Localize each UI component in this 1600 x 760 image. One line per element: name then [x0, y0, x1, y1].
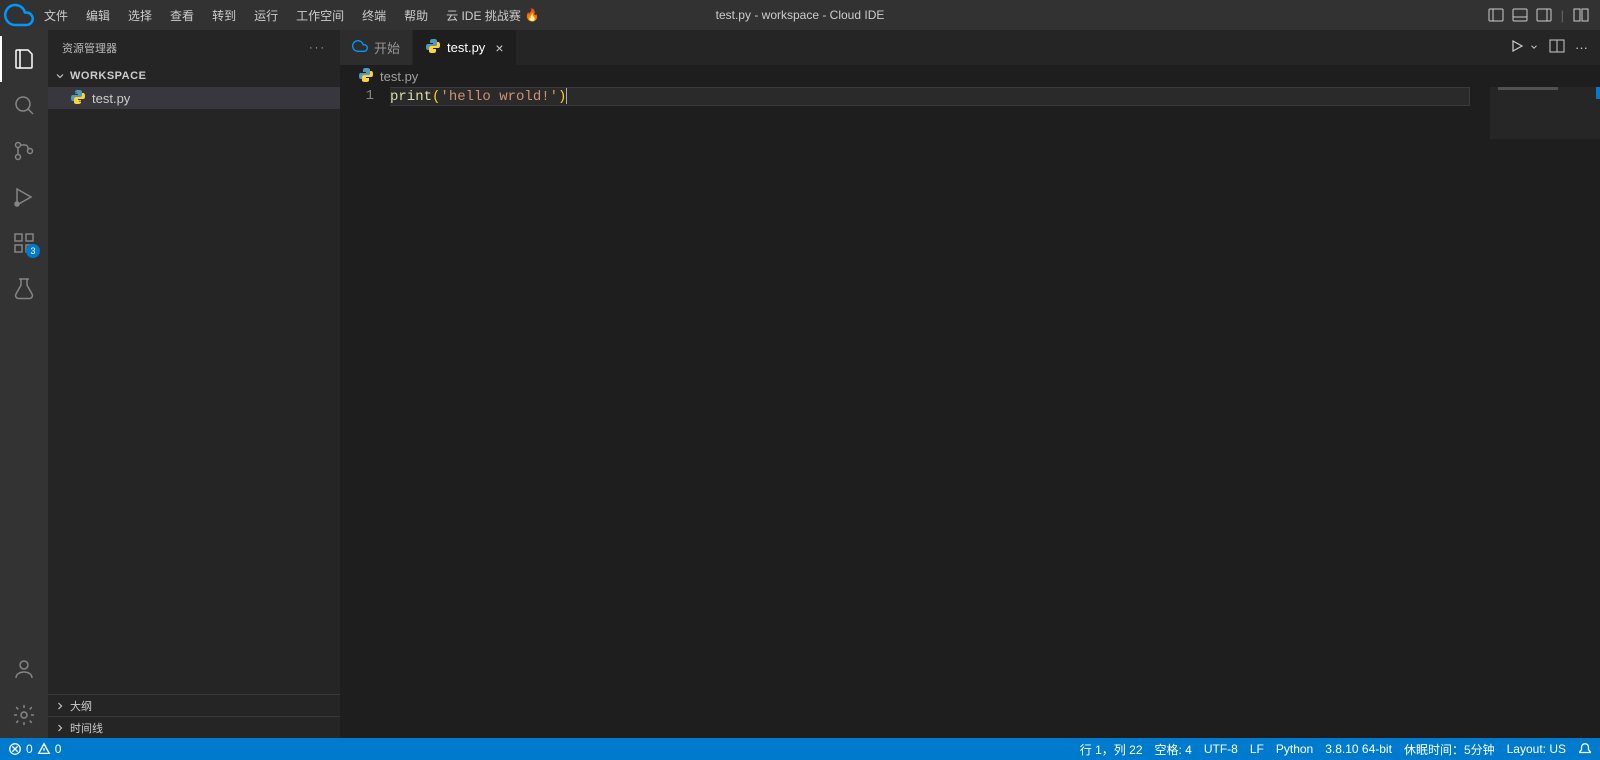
editor-area: 开始 test.py × ··· test.py 1 print( [340, 30, 1600, 738]
activity-explorer[interactable] [0, 36, 48, 82]
activity-search[interactable] [0, 82, 48, 128]
customize-layout-icon[interactable] [1572, 6, 1590, 24]
activity-settings[interactable] [0, 692, 48, 738]
breadcrumb-file: test.py [380, 69, 418, 84]
more-actions-icon[interactable]: ··· [1575, 40, 1588, 55]
activity-bar: 3 [0, 30, 48, 738]
status-indentation[interactable]: 空格: 4 [1155, 741, 1192, 758]
tab-file-label: test.py [447, 40, 485, 55]
timeline-label: 时间线 [70, 720, 103, 736]
status-encoding[interactable]: UTF-8 [1204, 742, 1238, 756]
sidebar-more-icon[interactable]: ··· [309, 42, 326, 54]
text-cursor [566, 88, 567, 104]
outline-label: 大纲 [70, 698, 92, 714]
file-tree-item[interactable]: test.py [48, 87, 340, 109]
menu-go[interactable]: 转到 [204, 3, 244, 28]
activity-run-debug[interactable] [0, 174, 48, 220]
code-content[interactable]: print('hello wrold!') [390, 87, 1600, 738]
code-line[interactable]: print('hello wrold!') [390, 87, 1470, 106]
token-string: 'hello wrold!' [440, 89, 558, 105]
status-line-col[interactable]: 行 1，列 22 [1080, 741, 1143, 758]
workspace-section-header[interactable]: WORKSPACE [48, 65, 340, 87]
minimap-cursor-indicator [1596, 87, 1600, 99]
line-gutter: 1 [340, 87, 390, 738]
activity-testing[interactable] [0, 266, 48, 312]
close-icon[interactable]: × [495, 40, 503, 56]
timeline-section-header[interactable]: 时间线 [48, 716, 340, 738]
main-area: 3 资源管理器 ··· WORKSPACE test.py [0, 30, 1600, 738]
status-eol[interactable]: LF [1250, 742, 1264, 756]
sidebar-bottom: 大纲 时间线 [48, 694, 340, 738]
menu-help[interactable]: 帮助 [396, 3, 436, 28]
toggle-sidebar-icon[interactable] [1487, 6, 1505, 24]
sidebar-explorer: 资源管理器 ··· WORKSPACE test.py 大纲 时间线 [48, 30, 340, 738]
chevron-right-icon [54, 700, 66, 712]
window-title: test.py - workspace - Cloud IDE [716, 8, 885, 22]
status-language[interactable]: Python [1276, 742, 1313, 756]
outline-section-header[interactable]: 大纲 [48, 694, 340, 716]
menu-edit[interactable]: 编辑 [78, 3, 118, 28]
status-interpreter[interactable]: 3.8.10 64-bit [1325, 742, 1392, 756]
error-count: 0 [26, 742, 33, 756]
cloud-icon [352, 38, 368, 57]
activity-accounts[interactable] [0, 646, 48, 692]
workspace-label: WORKSPACE [70, 70, 146, 82]
menu-view[interactable]: 查看 [162, 3, 202, 28]
status-problems[interactable]: 0 0 [8, 742, 61, 756]
tab-bar: 开始 test.py × ··· [340, 30, 1600, 65]
split-editor-icon[interactable] [1549, 38, 1565, 57]
run-button[interactable] [1509, 38, 1525, 57]
token-bracket: ) [558, 89, 566, 105]
tab-start-label: 开始 [374, 38, 400, 57]
statusbar-left: 0 0 [8, 742, 61, 756]
activity-extensions[interactable]: 3 [0, 220, 48, 266]
menu-challenge[interactable]: 云 IDE 挑战赛 🔥 [438, 3, 548, 28]
extensions-badge: 3 [26, 244, 40, 258]
python-file-icon [70, 89, 86, 108]
editor-actions: ··· [1497, 30, 1600, 65]
minimap-viewport[interactable] [1490, 87, 1600, 139]
separator: | [1561, 8, 1564, 23]
activity-bottom [0, 646, 48, 738]
statusbar-right: 行 1，列 22 空格: 4 UTF-8 LF Python 3.8.10 64… [1080, 741, 1592, 758]
code-editor[interactable]: 1 print('hello wrold!') [340, 87, 1600, 738]
status-idle-time[interactable]: 休眠时间：5分钟 [1404, 741, 1495, 758]
layout-controls: | [1487, 6, 1596, 24]
menu-run[interactable]: 运行 [246, 3, 286, 28]
error-icon [8, 742, 22, 756]
python-file-icon [425, 38, 441, 57]
challenge-label: 云 IDE 挑战赛 [446, 7, 521, 24]
run-dropdown-icon[interactable] [1529, 40, 1539, 55]
chevron-right-icon [54, 722, 66, 734]
menubar: 文件 编辑 选择 查看 转到 运行 工作空间 终端 帮助 云 IDE 挑战赛 🔥… [0, 0, 1600, 30]
sidebar-title: 资源管理器 [62, 40, 117, 56]
status-keyboard-layout[interactable]: Layout: US [1507, 742, 1566, 756]
activity-source-control[interactable] [0, 128, 48, 174]
file-name: test.py [92, 91, 130, 106]
toggle-secondary-sidebar-icon[interactable] [1535, 6, 1553, 24]
warning-count: 0 [55, 742, 62, 756]
sidebar-header: 资源管理器 ··· [48, 30, 340, 65]
menu-selection[interactable]: 选择 [120, 3, 160, 28]
menu-file[interactable]: 文件 [36, 3, 76, 28]
line-number: 1 [340, 87, 374, 106]
menu-terminal[interactable]: 终端 [354, 3, 394, 28]
flame-icon: 🔥 [525, 8, 540, 22]
menu-workspace[interactable]: 工作空间 [288, 3, 352, 28]
status-notifications-icon[interactable] [1578, 742, 1592, 756]
chevron-down-icon [54, 70, 66, 82]
toggle-panel-icon[interactable] [1511, 6, 1529, 24]
token-function: print [390, 89, 432, 105]
tab-file[interactable]: test.py × [413, 30, 516, 65]
tab-start[interactable]: 开始 [340, 30, 413, 65]
breadcrumbs[interactable]: test.py [340, 65, 1600, 87]
cloud-logo-icon [4, 0, 34, 30]
minimap[interactable] [1490, 87, 1600, 738]
python-file-icon [358, 67, 374, 86]
warning-icon [37, 742, 51, 756]
status-bar: 0 0 行 1，列 22 空格: 4 UTF-8 LF Python 3.8.1… [0, 738, 1600, 760]
